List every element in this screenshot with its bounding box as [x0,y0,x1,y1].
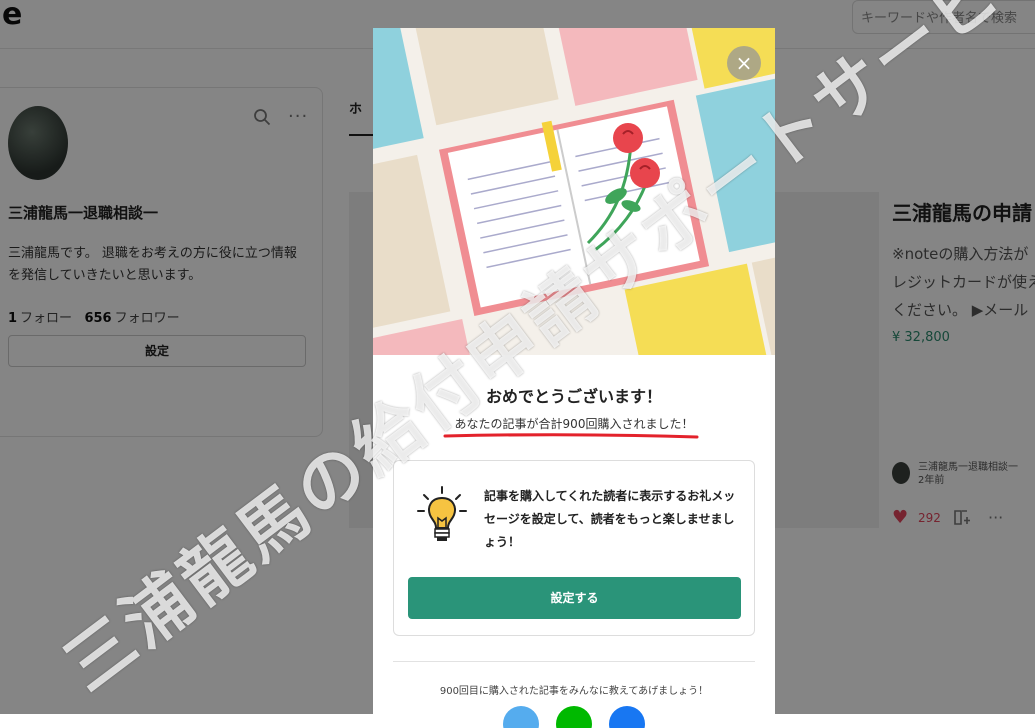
facebook-share-button[interactable] [609,706,645,728]
lightbulb-icon [417,486,467,541]
set-message-button[interactable]: 設定する [408,577,741,619]
close-button[interactable]: × [727,46,761,80]
line-share-button[interactable] [556,706,592,728]
divider [393,661,755,662]
twitter-share-button[interactable] [503,706,539,728]
thank-you-message-text: 記事を購入してくれた読者に表示するお礼メッセージを設定して、読者をもっと楽しませ… [484,489,736,549]
red-underline-mark [443,433,699,439]
thank-you-message-box: 記事を購入してくれた読者に表示するお礼メッセージを設定して、読者をもっと楽しませ… [393,460,755,636]
share-prompt: 900回目に購入された記事をみんなに教えてあげましょう！ [439,686,709,697]
